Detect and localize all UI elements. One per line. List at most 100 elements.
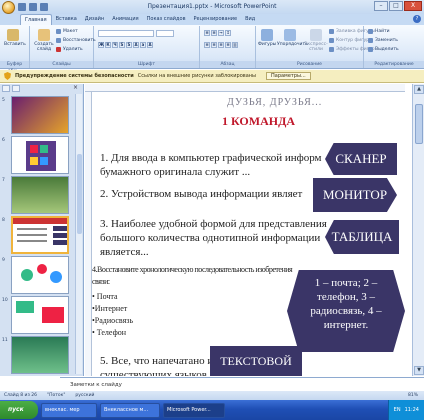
scroll-thumb[interactable] <box>415 104 423 144</box>
slide-thumbnail[interactable] <box>11 336 69 374</box>
answer-monitor[interactable]: МОНИТОР <box>313 178 397 212</box>
slide-thumbnail[interactable] <box>11 296 69 334</box>
align-center-icon[interactable]: ≡ <box>211 42 217 48</box>
case-icon[interactable]: a <box>140 42 146 48</box>
thumbnail-art <box>13 218 67 245</box>
underline-icon[interactable]: Ч <box>112 42 118 48</box>
security-message: Ссылки на внешние рисунки заблокированы <box>137 73 256 79</box>
justify-icon[interactable]: ≡ <box>225 42 231 48</box>
italic-icon[interactable]: К <box>105 42 111 48</box>
spacing-icon[interactable]: A <box>133 42 139 48</box>
find-label: Найти <box>375 29 390 34</box>
align-right-icon[interactable]: ≡ <box>218 42 224 48</box>
new-slide-label: Создать слайд <box>34 42 54 52</box>
close-button[interactable]: X <box>404 1 422 11</box>
tab-animation[interactable]: Анимация <box>108 14 142 25</box>
status-slide-count: Слайд 8 из 26 <box>4 393 38 398</box>
line-spacing-icon[interactable]: ↕ <box>225 30 231 36</box>
answer-chronology[interactable]: 1 – почта; 2 – телефон, 3 – радиосвязь, … <box>287 270 405 352</box>
fill-icon <box>329 29 334 34</box>
taskbar-item[interactable]: внеклас. мер <box>41 402 97 418</box>
arrange-icon <box>284 29 296 41</box>
font-name-combo[interactable] <box>98 30 154 37</box>
shield-icon <box>4 72 11 80</box>
new-slide-button[interactable]: Создать слайд <box>33 29 55 55</box>
tab-review[interactable]: Рецензирование <box>190 14 242 25</box>
select-button[interactable]: Выделить <box>368 47 399 52</box>
taskbar-item-active[interactable]: Microsoft Power... <box>163 402 225 418</box>
columns-icon[interactable]: ▥ <box>232 42 238 48</box>
font-size-combo[interactable] <box>156 30 174 37</box>
scroll-down-icon[interactable]: ▼ <box>414 366 424 375</box>
new-slide-icon <box>38 29 50 41</box>
outline-icon <box>329 38 334 43</box>
close-panel-icon[interactable]: × <box>73 85 81 92</box>
language-indicator[interactable]: EN <box>394 400 401 420</box>
panel-scrollbar[interactable] <box>75 94 82 374</box>
start-button[interactable]: пуск <box>0 401 38 419</box>
slide-thumbnail-selected[interactable] <box>11 216 69 254</box>
tab-home[interactable]: Главная <box>20 14 52 25</box>
status-language: русский <box>75 393 95 398</box>
answer-table[interactable]: ТАБЛИЦА <box>325 220 399 254</box>
maximize-button[interactable]: □ <box>389 1 403 11</box>
help-icon[interactable]: ? <box>413 15 421 23</box>
bold-icon[interactable]: Ж <box>98 42 104 48</box>
question-4[interactable]: 4.Восстановите хронологическую последова… <box>92 264 293 288</box>
security-options-button[interactable]: Параметры... <box>266 72 311 80</box>
scroll-up-icon[interactable]: ▲ <box>414 85 424 94</box>
minimize-button[interactable]: – <box>374 1 388 11</box>
list-item: •Интернет <box>92 304 128 313</box>
replace-button[interactable]: Заменить <box>368 38 398 43</box>
ribbon-tabs: Главная Вставка Дизайн Анимация Показ сл… <box>0 14 424 25</box>
question-1-line: бумажного оригинала служит ... <box>100 166 251 178</box>
align-left-icon[interactable]: ≡ <box>204 42 210 48</box>
layout-button[interactable]: Макет <box>56 29 78 34</box>
list-row: ≡ ≡ → ↕ <box>204 30 231 36</box>
tab-view[interactable]: Вид <box>241 14 259 25</box>
font-color-icon[interactable]: A <box>147 42 153 48</box>
answer-text[interactable]: ТЕКСТОВОЙ <box>210 346 302 376</box>
delete-label: Удалить <box>63 47 83 52</box>
question-5[interactable]: 5. Все, что напечатано и существующих яз… <box>100 354 213 376</box>
slide-scrollbar[interactable]: ▲ ▼ <box>412 84 424 376</box>
find-button[interactable]: Найти <box>368 29 390 34</box>
taskbar: пуск внеклас. мер Внеклассное м... Micro… <box>0 400 424 420</box>
drawing-group-label: Рисование <box>256 61 363 68</box>
question-3[interactable]: 3. Наиболее удобной формой для представл… <box>100 217 327 259</box>
slide-thumbnail[interactable] <box>11 96 69 134</box>
notes-pane[interactable]: Заметки к слайду <box>60 377 424 391</box>
quick-styles-button[interactable]: Экспресс-стили <box>304 29 328 55</box>
panel-scroll-thumb[interactable] <box>77 154 82 234</box>
shadow-icon[interactable]: S <box>126 42 132 48</box>
question-2[interactable]: 2. Устройством вывода информации являет <box>100 187 302 201</box>
outline-tab[interactable] <box>12 85 20 92</box>
tab-design[interactable]: Дизайн <box>81 14 108 25</box>
reset-button[interactable]: Восстановить <box>56 38 96 43</box>
shapes-button[interactable]: Фигуры <box>258 29 276 55</box>
slide-thumbnail[interactable] <box>11 256 69 294</box>
bullets-icon[interactable]: ≡ <box>204 30 210 36</box>
answer-list[interactable]: • Почта •Интернет •Радиосвязь • Телефон <box>92 291 133 339</box>
strike-icon[interactable]: S <box>119 42 125 48</box>
tab-slideshow[interactable]: Показ слайдов <box>143 14 190 25</box>
paste-button[interactable]: Вставить <box>4 29 26 55</box>
zoom-level[interactable]: 81% <box>408 391 424 400</box>
security-label: Предупреждение системы безопасности <box>15 73 134 79</box>
question-1-line: 1. Для ввода в компьютер графической инф… <box>100 152 322 164</box>
delete-slide-button[interactable]: Удалить <box>56 47 83 52</box>
answer-scanner[interactable]: СКАНЕР <box>325 143 397 175</box>
arrange-button[interactable]: Упорядочить <box>277 29 308 55</box>
slide-thumbnail[interactable] <box>11 136 69 174</box>
shapes-label: Фигуры <box>258 42 277 47</box>
slide-thumbnail[interactable] <box>11 176 69 214</box>
slides-panel: × 5 6 7 8 9 10 11 <box>0 84 84 376</box>
question-1[interactable]: 1. Для ввода в компьютер графической инф… <box>100 151 322 179</box>
numbering-icon[interactable]: ≡ <box>211 30 217 36</box>
clipboard-group-label: Буфер обм... <box>0 61 29 74</box>
select-label: Выделить <box>375 47 399 52</box>
taskbar-item[interactable]: Внеклассное м... <box>100 402 160 418</box>
tab-insert[interactable]: Вставка <box>52 14 81 25</box>
indent-icon[interactable]: → <box>218 30 224 36</box>
slides-tab[interactable] <box>2 85 10 92</box>
